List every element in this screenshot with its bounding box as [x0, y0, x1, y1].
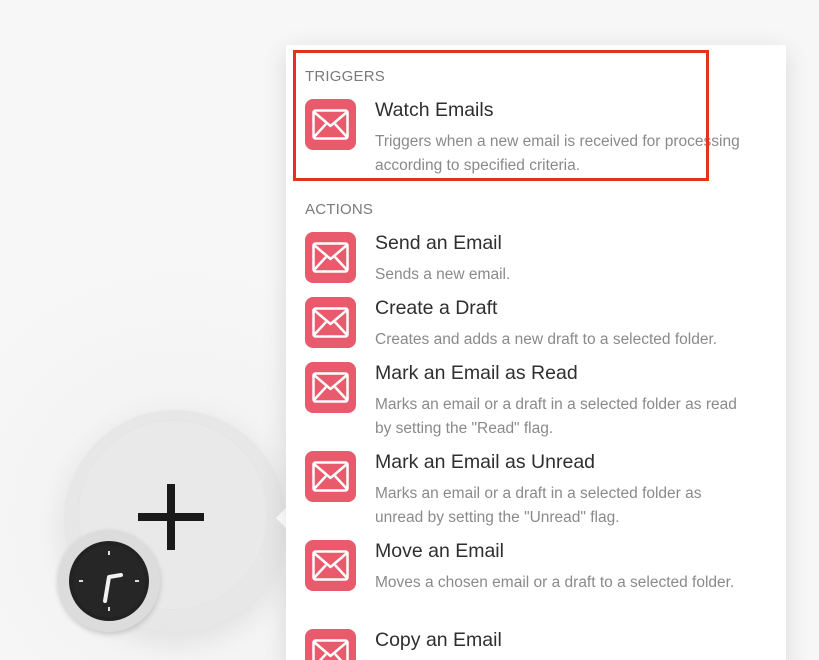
- item-description: Sends a new email.: [375, 266, 511, 283]
- section-label-triggers: TRIGGERS: [305, 68, 385, 85]
- item-description: Triggers when a new email is received fo…: [375, 133, 740, 174]
- section-label-actions: ACTIONS: [305, 201, 374, 218]
- email-envelope-icon: [305, 99, 356, 150]
- item-title: Create a Draft: [375, 297, 498, 319]
- item-title: Move an Email: [375, 540, 504, 562]
- item-description: Creates and adds a new draft to a select…: [375, 331, 718, 348]
- email-envelope-icon: [305, 297, 356, 348]
- email-envelope-icon: [305, 362, 356, 413]
- email-envelope-icon: [305, 232, 356, 283]
- item-title: Mark an Email as Unread: [375, 451, 596, 473]
- item-title: Mark an Email as Read: [375, 362, 578, 384]
- item-description: Moves a chosen email or a draft to a sel…: [375, 574, 735, 591]
- email-envelope-icon: [305, 540, 356, 591]
- item-description: Marks an email or a draft in a selected …: [375, 485, 702, 526]
- clock-icon[interactable]: [69, 541, 149, 621]
- email-envelope-icon: [305, 629, 356, 660]
- item-description: Marks an email or a draft in a selected …: [375, 396, 737, 437]
- scenario-canvas: TRIGGERS Watch Emails Triggers when a ne…: [0, 0, 819, 660]
- item-title: Watch Emails: [375, 99, 494, 121]
- item-title: Send an Email: [375, 232, 502, 254]
- email-envelope-icon: [305, 451, 356, 502]
- item-title: Copy an Email: [375, 629, 502, 651]
